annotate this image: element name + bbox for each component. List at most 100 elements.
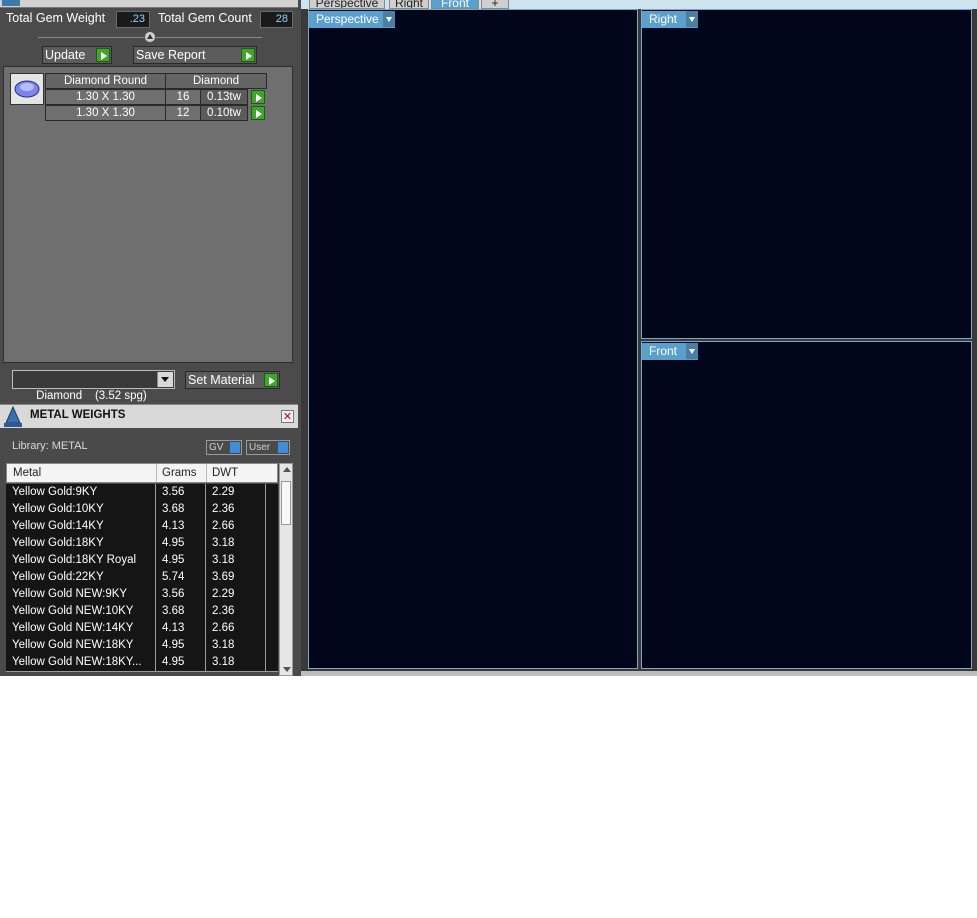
column-divider: [155, 501, 156, 518]
ring-head: [759, 61, 851, 101]
perspective-viewport[interactable]: Perspective 8.73 23.02 y z x: [308, 9, 638, 669]
chevron-down-icon: [686, 11, 698, 27]
metal-table-row[interactable]: Yellow Gold NEW:14KY 4.13 2.66: [6, 620, 278, 638]
save-report-button[interactable]: Save Report: [133, 46, 257, 64]
chevron-down-icon: [383, 11, 395, 27]
metal-table-row[interactable]: Yellow Gold:10KY 3.68 2.36: [6, 501, 278, 519]
ring-band: [701, 404, 911, 624]
metal-dwt: 3.18: [212, 554, 235, 566]
update-label: Update: [45, 48, 86, 62]
column-divider: [205, 603, 206, 620]
panel-icon[interactable]: [2, 0, 20, 6]
gem-thumbnail[interactable]: [10, 73, 44, 105]
perspective-label: Perspective: [316, 12, 379, 26]
gv-label: GV: [209, 442, 224, 453]
save-report-label: Save Report: [136, 48, 206, 62]
chevron-down-icon[interactable]: [157, 372, 173, 387]
heart-opening: [417, 222, 540, 310]
column-divider: [205, 569, 206, 586]
dimension-label: 8.73: [790, 28, 815, 43]
right-view-menu[interactable]: Right: [642, 11, 698, 28]
library-label: Library: METAL: [12, 440, 88, 452]
dimension-label: 8.73: [467, 241, 496, 268]
metal-grams: 3.56: [162, 486, 185, 498]
metal-grams: 3.68: [162, 605, 185, 617]
metal-name: Yellow Gold:14KY: [12, 520, 104, 532]
gem-size: 1.30 X 1.30: [45, 105, 166, 121]
metal-grams: 4.95: [162, 554, 185, 566]
scroll-down-icon[interactable]: [283, 667, 291, 672]
metal-table-row[interactable]: Yellow Gold:18KY 4.95 3.18: [6, 535, 278, 553]
metal-table-row[interactable]: Yellow Gold NEW:18KY... 4.95 3.18: [6, 654, 278, 672]
metal-table-row[interactable]: Yellow Gold NEW:9KY 3.56 2.29: [6, 586, 278, 604]
column-divider: [265, 620, 266, 637]
metal-table-row[interactable]: Yellow Gold:22KY 5.74 3.69: [6, 569, 278, 587]
material-select[interactable]: Diamond (3.52 spg): [12, 370, 175, 402]
axis-label: x: [680, 300, 685, 311]
metal-dwt: 2.36: [212, 605, 235, 617]
total-gem-weight-label: Total Gem Weight: [6, 11, 106, 25]
metal-table-row[interactable]: Yellow Gold NEW:18KY 4.95 3.18: [6, 637, 278, 655]
metal-name: Yellow Gold:18KY Royal: [12, 554, 137, 566]
axis-label: z: [347, 608, 352, 619]
shank-gems: [358, 241, 576, 439]
gem-shape-header: Diamond Round: [45, 73, 166, 89]
metal-table-row[interactable]: Yellow Gold NEW:10KY 3.68 2.36: [6, 603, 278, 621]
metal-weights-header: METAL WEIGHTS ✕: [0, 404, 298, 428]
dimension-label: 21.57: [790, 647, 823, 662]
column-divider: [205, 484, 206, 501]
close-icon[interactable]: ✕: [281, 410, 294, 423]
head-gems: [761, 386, 916, 486]
grams-column-header: Grams: [162, 467, 197, 479]
metal-table-row[interactable]: Yellow Gold:14KY 4.13 2.66: [6, 518, 278, 536]
chevron-up-icon: [147, 34, 153, 39]
metal-name: Yellow Gold NEW:14KY: [12, 622, 134, 634]
column-divider: [265, 484, 266, 501]
column-divider: [206, 464, 207, 482]
metal-table-row[interactable]: Yellow Gold:18KY Royal 4.95 3.18: [6, 552, 278, 570]
set-material-button[interactable]: Set Material: [185, 371, 280, 389]
collapse-toggle[interactable]: [144, 31, 156, 43]
perspective-view-menu[interactable]: Perspective: [309, 11, 395, 28]
metal-table-scrollbar[interactable]: [279, 463, 293, 676]
column-divider: [265, 535, 266, 552]
play-icon[interactable]: [251, 106, 265, 120]
metal-dwt: 3.69: [212, 571, 235, 583]
front-label: Front: [649, 344, 678, 358]
column-divider: [205, 620, 206, 637]
update-button[interactable]: Update: [42, 46, 112, 64]
tab-right[interactable]: Right: [389, 0, 429, 9]
gv-toggle[interactable]: GV: [206, 440, 242, 455]
column-divider: [155, 484, 156, 501]
gem-list-panel: Diamond Round Diamond 1.30 X 1.30 16 0.1…: [3, 66, 293, 363]
status-strip: [301, 671, 977, 676]
dimension-lines: [316, 205, 560, 516]
play-icon[interactable]: [251, 90, 265, 104]
front-view-menu[interactable]: Front: [642, 343, 698, 360]
column-divider: [155, 654, 156, 671]
chevron-down-icon: [686, 343, 698, 359]
tab-perspective[interactable]: Perspective: [309, 0, 385, 9]
scroll-thumb[interactable]: [281, 481, 291, 525]
column-divider: [265, 637, 266, 654]
metal-column-header: Metal: [13, 467, 42, 479]
front-viewport[interactable]: Front 23.02 21.57 z y x: [641, 341, 972, 669]
axis-label: z: [679, 266, 684, 277]
gem-row[interactable]: 1.30 X 1.30 16 0.13tw: [45, 89, 267, 105]
tab-front[interactable]: Front: [431, 0, 479, 9]
metal-dwt: 3.18: [212, 537, 235, 549]
metal-table-row[interactable]: Yellow Gold:9KY 3.56 2.29: [6, 484, 278, 502]
ring-orientation-icon: [583, 36, 611, 65]
column-divider: [265, 569, 266, 586]
column-divider: [265, 654, 266, 671]
toggle-indicator: [230, 442, 240, 453]
right-viewport[interactable]: Right 8.73 3.23 z x y: [641, 9, 972, 339]
toggle-indicator: [278, 442, 288, 453]
column-divider: [265, 586, 266, 603]
gem-row[interactable]: 1.30 X 1.30 12 0.10tw: [45, 105, 267, 121]
user-toggle[interactable]: User: [246, 440, 290, 455]
scroll-up-icon[interactable]: [283, 467, 291, 472]
column-divider: [205, 586, 206, 603]
tab-add[interactable]: +: [481, 0, 509, 9]
play-icon: [96, 48, 110, 62]
